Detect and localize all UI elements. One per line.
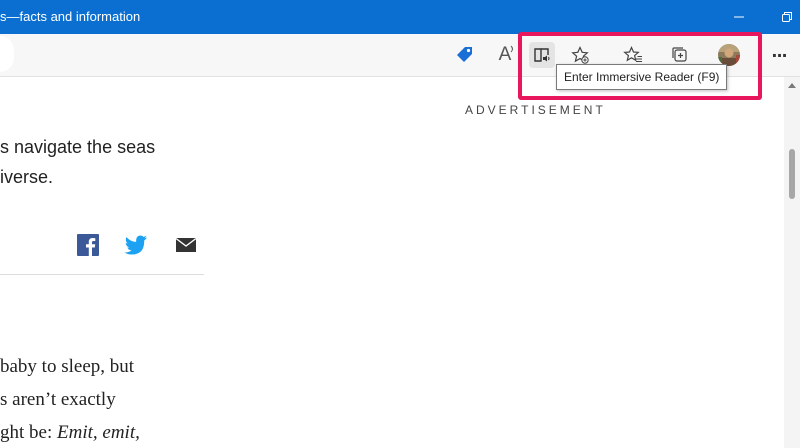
body-text-line-3-prefix: ght be: [0,422,57,443]
minimize-icon [734,16,744,18]
body-text-line-2: s aren’t exactly [0,389,116,410]
scroll-up-arrow-icon [788,83,796,88]
twitter-share-button[interactable] [124,233,148,257]
shopping-tag-button[interactable] [452,42,478,68]
body-text-line-1: baby to sleep, but [0,356,135,377]
lead-text-line-2: iverse. [0,167,54,187]
advertisement-label: ADVERTISEMENT [465,103,606,117]
minimize-button[interactable] [728,6,750,28]
divider [0,274,204,275]
vertical-scrollbar[interactable] [784,77,800,448]
read-aloud-button[interactable]: A [492,42,518,68]
facebook-icon [77,234,99,256]
twitter-icon [124,235,147,255]
tag-icon [457,47,472,62]
window-title: s—facts and information [0,9,141,24]
scroll-thumb[interactable] [789,149,795,199]
mail-icon [175,237,197,252]
immersive-reader-tooltip: Enter Immersive Reader (F9) [556,64,728,90]
body-text-line-3: ght be: Emit, emit, [0,422,140,444]
more-icon: ··· [771,45,787,65]
body-text-line-3-emphasis: Emit, emit, [57,422,140,443]
email-share-button[interactable] [174,233,198,257]
lead-text-line-1: s navigate the seas [0,137,156,157]
facebook-share-button[interactable] [76,233,100,257]
restore-button[interactable] [776,6,798,28]
restore-icon [782,12,792,22]
address-bar[interactable] [0,36,14,72]
more-options-button[interactable]: ··· [766,42,792,68]
page-content: ADVERTISEMENT s navigate the seas iverse… [0,77,784,448]
title-bar: s—facts and information [0,0,800,34]
